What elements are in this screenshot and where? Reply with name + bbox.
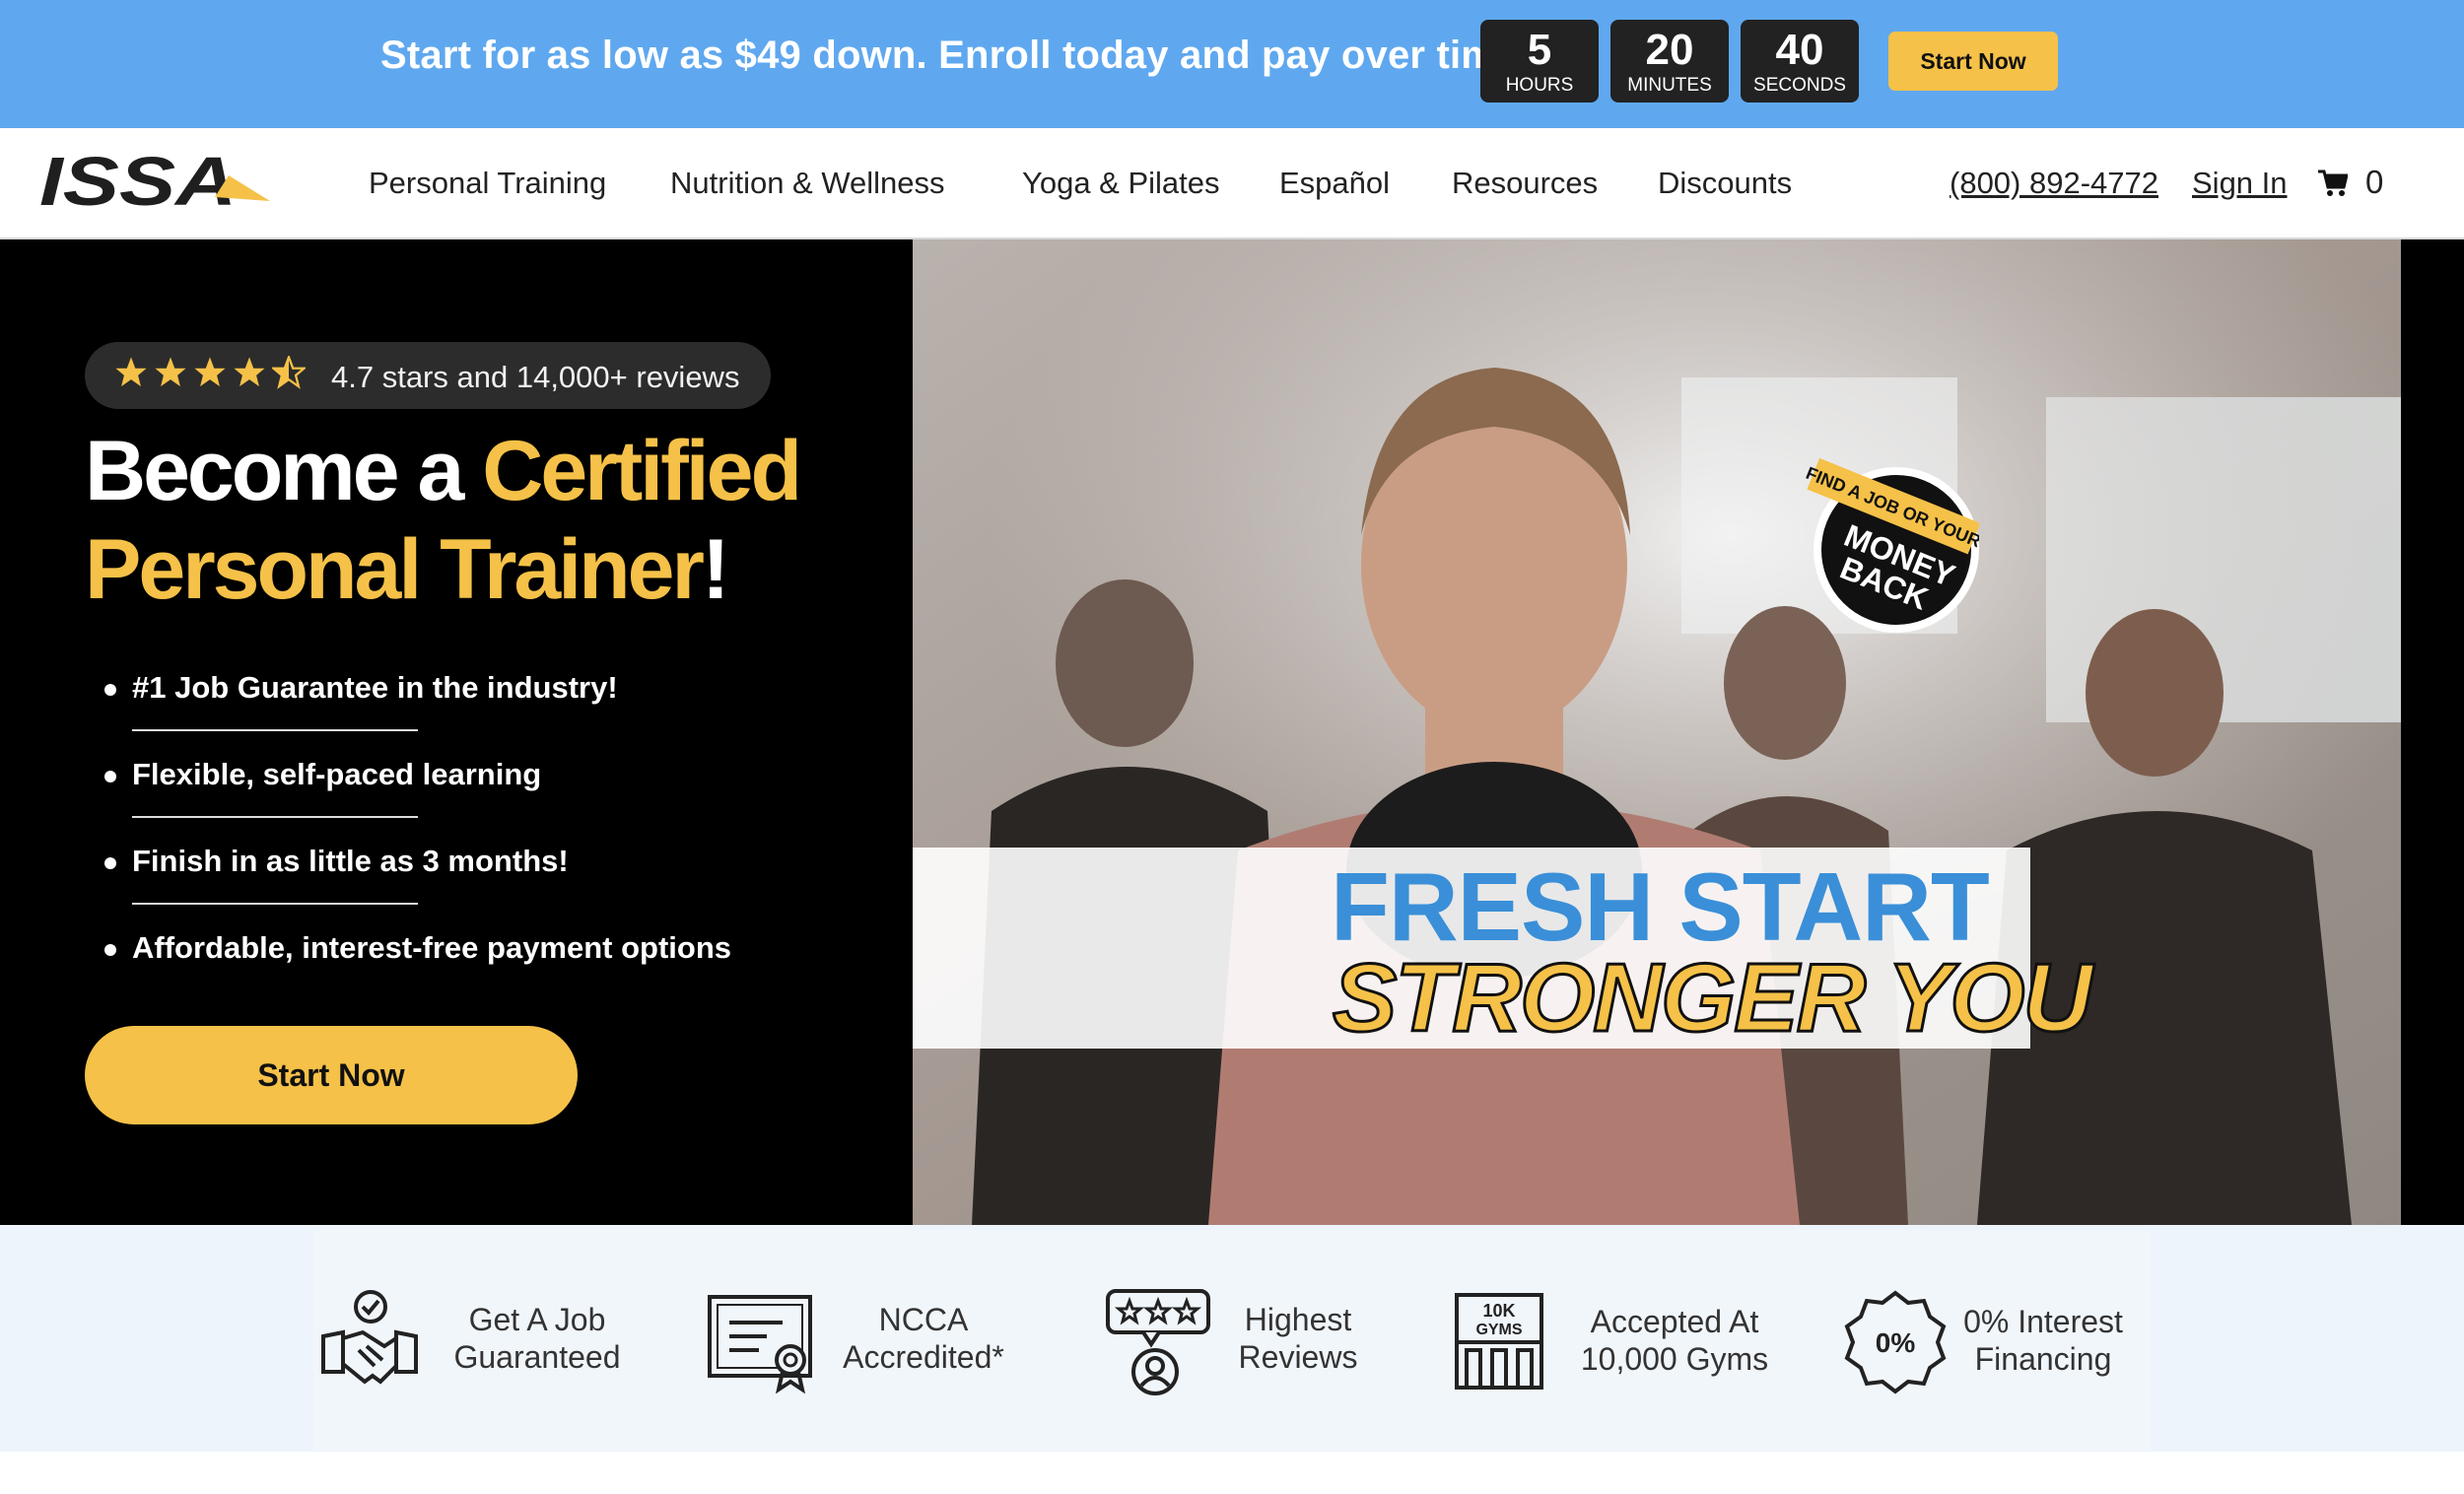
certificate-icon — [708, 1295, 812, 1394]
star-icon — [155, 357, 186, 387]
svg-text:10K: 10K — [1482, 1301, 1515, 1321]
hero-photo — [913, 239, 2401, 1225]
countdown-seconds-label: SECONDS — [1753, 75, 1846, 96]
feature-accepted-gyms: Accepted At 10,000 Gyms — [1551, 1303, 1798, 1378]
promo-text: Start for as low as $49 down. Enroll tod… — [380, 34, 1530, 77]
countdown-hours: 5 HOURS — [1480, 20, 1599, 102]
feature-line1: 0% Interest — [1963, 1304, 2123, 1339]
feature-line2: Financing — [1974, 1341, 2112, 1377]
sign-in-link[interactable]: Sign In — [2192, 166, 2288, 201]
divider — [132, 816, 418, 818]
countdown-minutes-value: 20 — [1645, 26, 1694, 74]
hero-start-now-button[interactable]: Start Now — [85, 1026, 578, 1124]
issa-logo[interactable]: ISSA — [35, 150, 272, 215]
countdown-minutes-label: MINUTES — [1627, 75, 1712, 96]
feature-line2: Reviews — [1238, 1339, 1358, 1375]
countdown-hours-label: HOURS — [1505, 75, 1574, 96]
svg-text:ISSA: ISSA — [39, 150, 237, 215]
countdown-minutes: 20 MINUTES — [1610, 20, 1729, 102]
list-item: #1 Job Guarantee in the industry! — [104, 660, 834, 747]
promo-start-now-button[interactable]: Start Now — [1888, 32, 2058, 91]
benefit-text: Flexible, self-paced learning — [132, 757, 542, 791]
benefit-text: Affordable, interest-free payment option… — [132, 930, 732, 965]
banner-stronger-you: STRONGER YOU — [1331, 942, 2093, 1053]
list-item: Finish in as little as 3 months! — [104, 834, 834, 920]
countdown-seconds-value: 40 — [1775, 26, 1824, 74]
rating-pill: 4.7 stars and 14,000+ reviews — [85, 342, 771, 409]
money-back-badge: FIND A JOB OR YOUR MONEY BACK — [1803, 457, 1979, 633]
feature-line1: Get A Job — [468, 1302, 606, 1337]
star-icon — [234, 357, 265, 387]
main-nav: ISSA Personal Training Nutrition & Welln… — [0, 128, 2464, 239]
feature-line1: NCCA — [878, 1302, 969, 1337]
countdown-seconds: 40 SECONDS — [1741, 20, 1859, 102]
page-bottom — [0, 1452, 2464, 1494]
divider — [132, 729, 418, 731]
bullet-dot — [104, 944, 116, 956]
nav-nutrition-wellness[interactable]: Nutrition & Wellness — [670, 166, 945, 201]
handshake-icon — [321, 1290, 418, 1385]
nav-espanol[interactable]: Español — [1279, 166, 1390, 201]
feature-line2: 10,000 Gyms — [1580, 1341, 1769, 1377]
nav-discounts[interactable]: Discounts — [1658, 166, 1792, 201]
cart-icon[interactable] — [2318, 170, 2348, 197]
feature-line2: Guaranteed — [453, 1339, 621, 1375]
hero-headline: Become a Certified Personal Trainer! — [85, 422, 893, 619]
benefit-text: Finish in as little as 3 months! — [132, 844, 569, 878]
feature-interest-financing: 0% Interest Financing — [1920, 1303, 2166, 1378]
countdown-hours-value: 5 — [1527, 26, 1552, 74]
bullet-dot — [104, 857, 116, 869]
headline-exclamation: ! — [701, 522, 730, 617]
feature-line1: Highest — [1244, 1302, 1352, 1337]
star-rating — [114, 356, 306, 395]
divider — [132, 903, 418, 905]
rating-text: 4.7 stars and 14,000+ reviews — [331, 360, 740, 394]
headline-personal-trainer: Personal Trainer — [85, 522, 705, 617]
svg-text:GYMS: GYMS — [1475, 1322, 1522, 1338]
cart-count: 0 — [2365, 164, 2384, 200]
nav-yoga-pilates[interactable]: Yoga & Pilates — [1022, 166, 1220, 201]
hero-right-edge — [2401, 239, 2464, 1225]
list-item: Affordable, interest-free payment option… — [104, 920, 834, 1007]
nav-personal-training[interactable]: Personal Training — [369, 166, 606, 201]
nav-resources[interactable]: Resources — [1452, 166, 1598, 201]
promo-bar: Start for as low as $49 down. Enroll tod… — [0, 0, 2464, 128]
list-item: Flexible, self-paced learning — [104, 747, 834, 834]
feature-job-guarantee: Get A Job Guaranteed — [414, 1301, 660, 1376]
gyms-icon: 10K GYMS — [1455, 1293, 1543, 1390]
half-star-icon — [272, 356, 306, 389]
star-icon — [194, 357, 226, 387]
feature-line2: Accredited* — [843, 1339, 1004, 1375]
phone-link[interactable]: (800) 892-4772 — [1950, 166, 2158, 201]
svg-text:0%: 0% — [1876, 1327, 1916, 1358]
benefit-text: #1 Job Guarantee in the industry! — [132, 670, 618, 705]
feature-highest-reviews: Highest Reviews — [1175, 1301, 1421, 1376]
hero-image — [913, 239, 2401, 1225]
star-icon — [115, 357, 147, 387]
benefit-list: #1 Job Guarantee in the industry! Flexib… — [104, 660, 834, 1007]
bullet-dot — [104, 771, 116, 782]
feature-line1: Accepted At — [1590, 1304, 1759, 1339]
bullet-dot — [104, 684, 116, 696]
feature-ncca: NCCA Accredited* — [800, 1301, 1047, 1376]
headline-part1: Become a — [85, 424, 483, 518]
headline-certified: Certified — [482, 424, 802, 518]
